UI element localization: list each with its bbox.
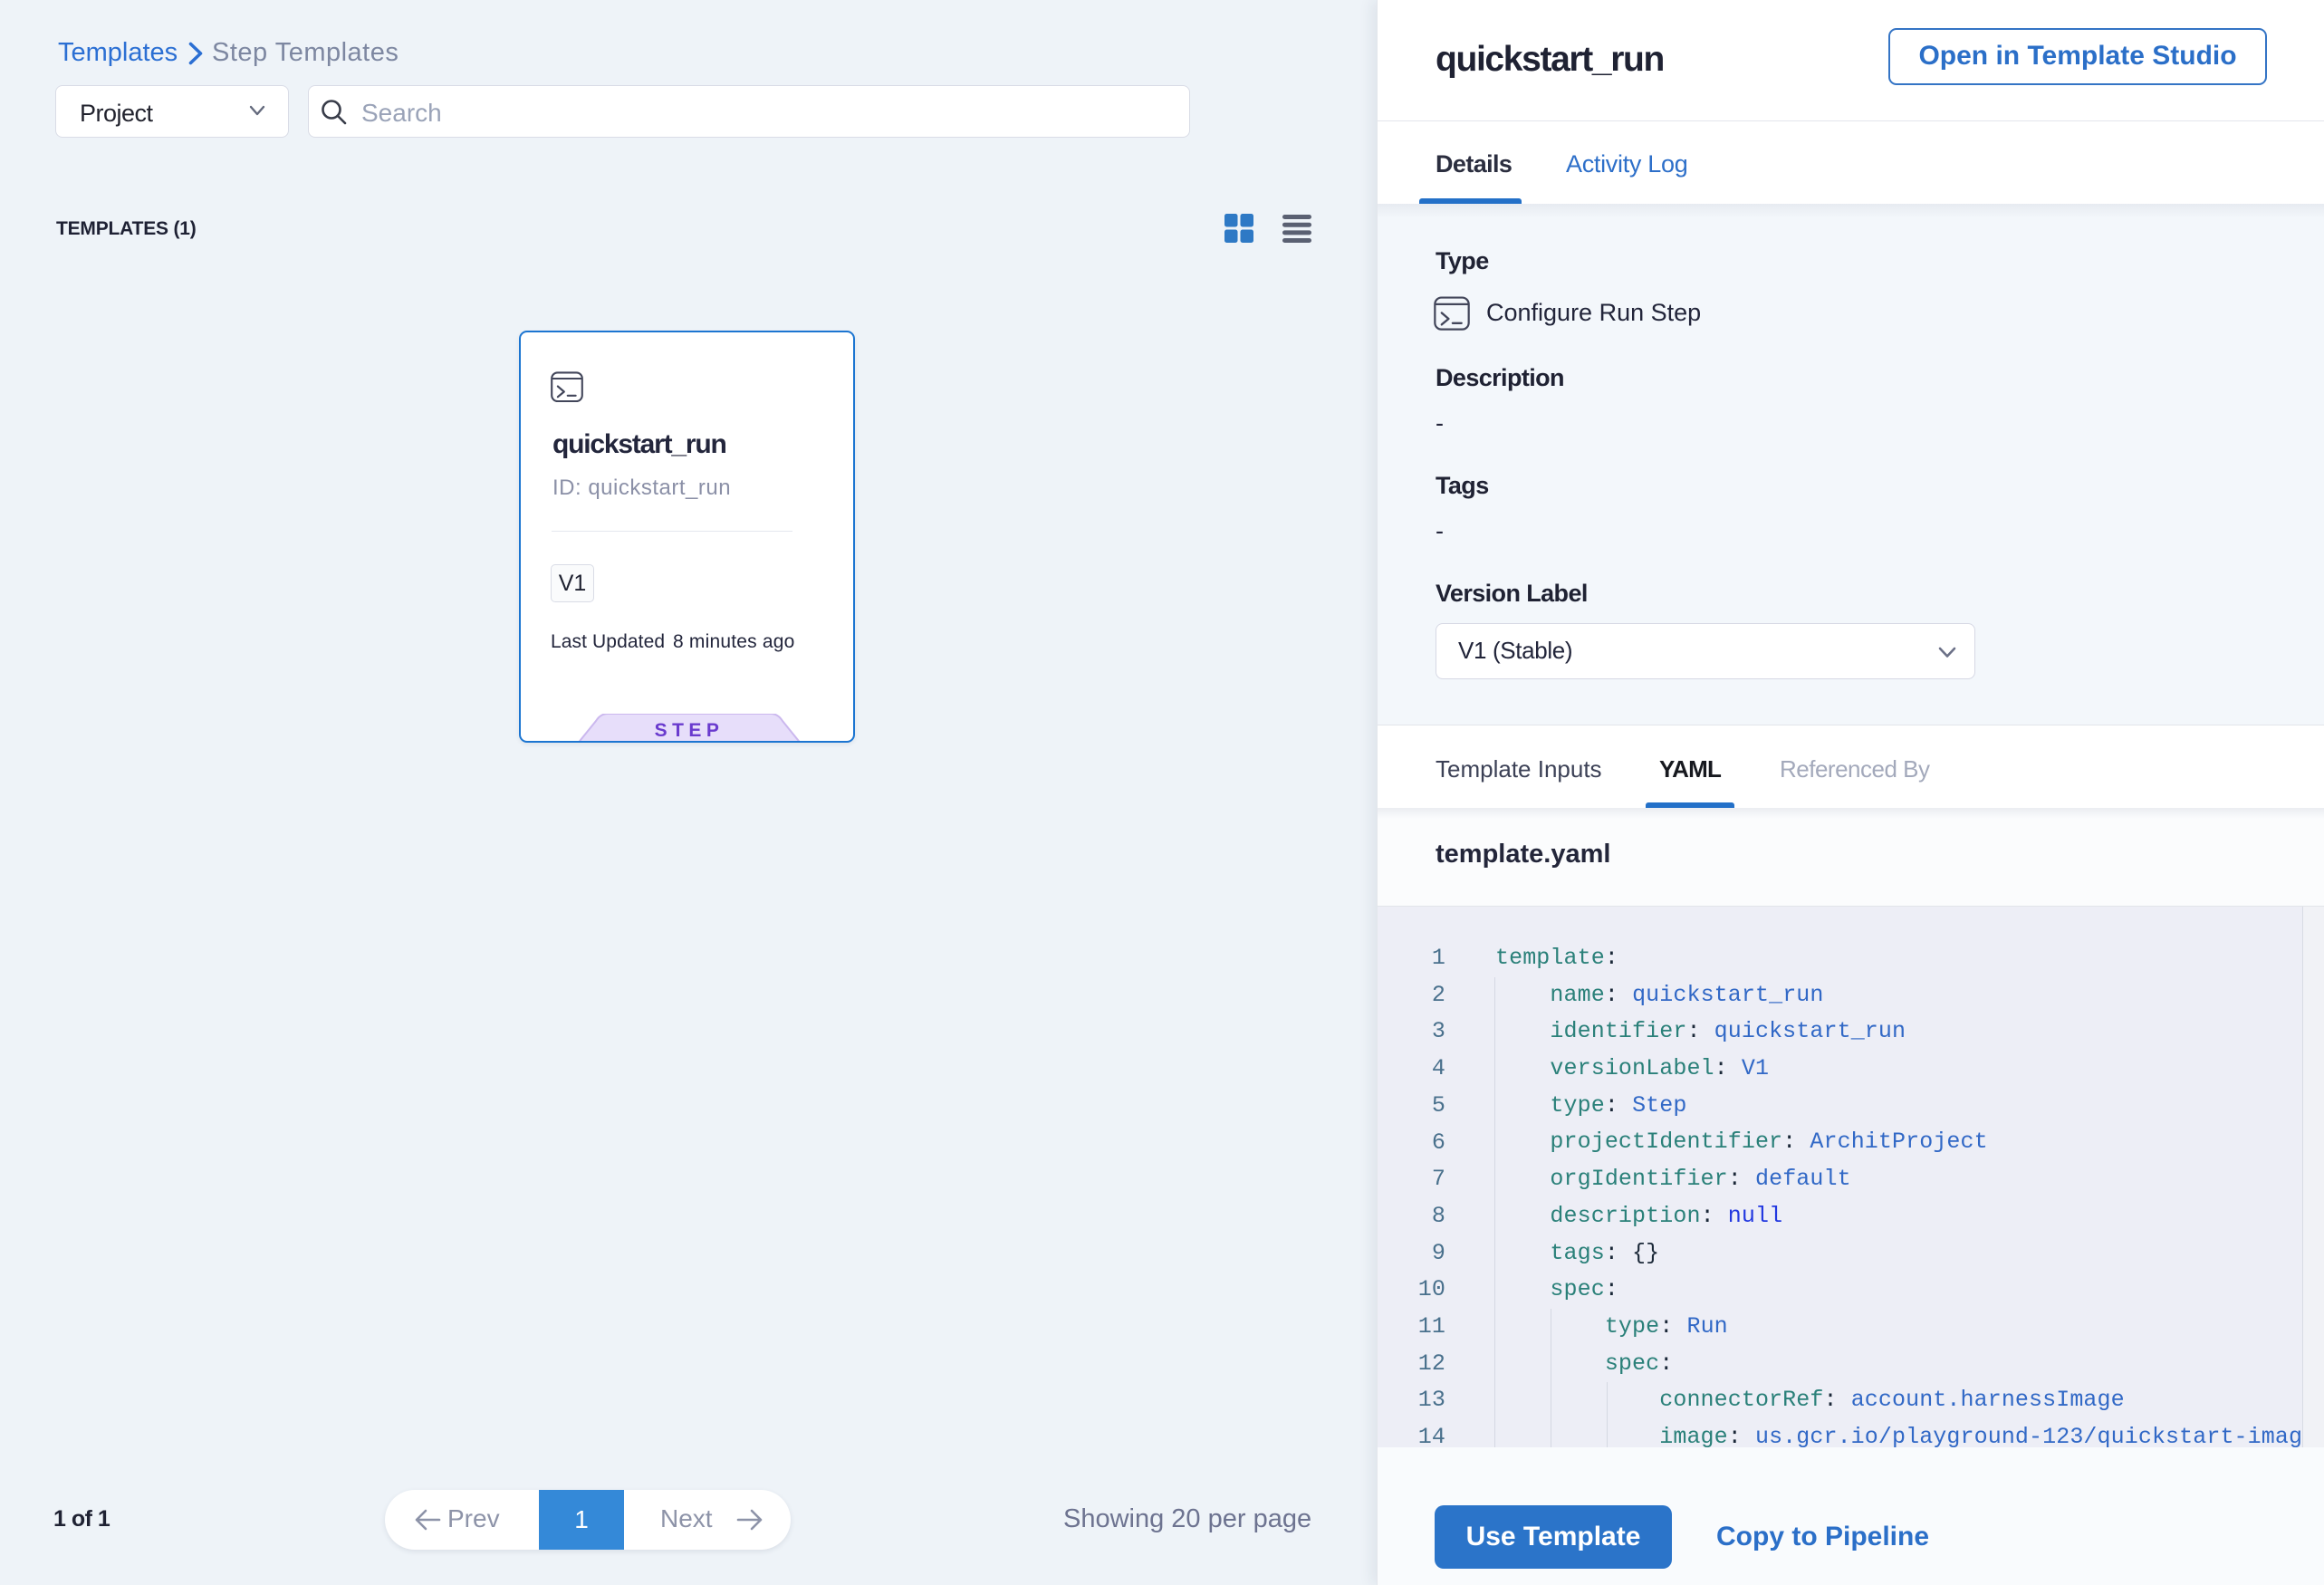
- svg-text:STEP: STEP: [655, 720, 725, 741]
